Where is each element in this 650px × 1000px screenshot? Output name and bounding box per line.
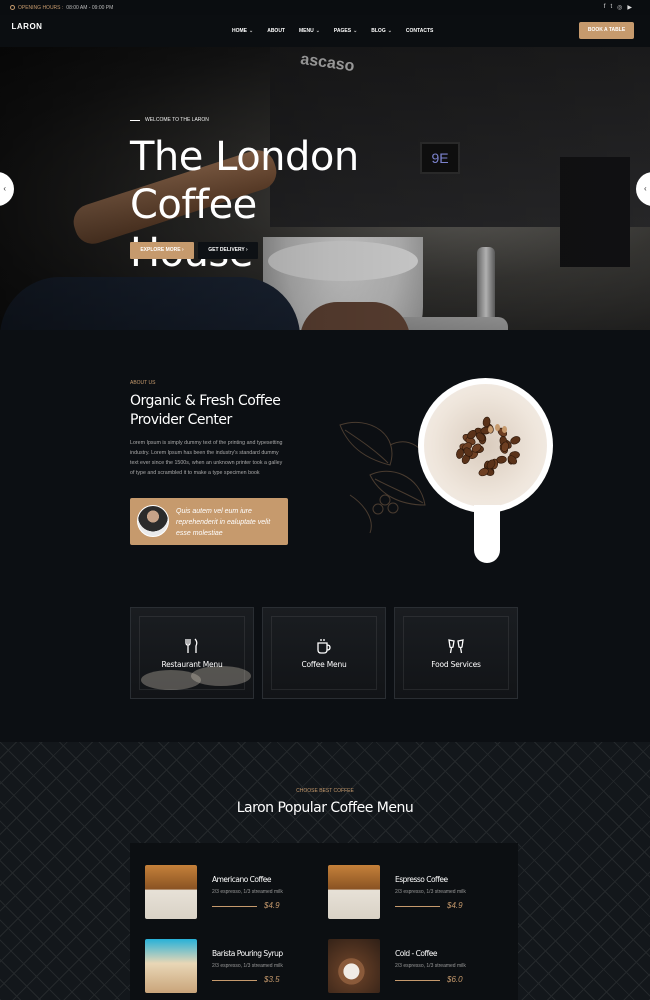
nav-item-about[interactable]: ABOUT — [267, 28, 285, 34]
nav-menu: HOME ⌄ ABOUT MENU ⌄ PAGES ⌄ BLOG ⌄ CONTACTS — [232, 28, 447, 34]
menu-item[interactable]: Espresso Coffee 2/3 espresso, 1/3 stream… — [328, 865, 508, 925]
menu-item-name: Cold - Coffee — [395, 949, 437, 958]
social-links: f t ◎ ▶ — [604, 4, 632, 11]
instagram-icon[interactable]: ◎ — [617, 4, 622, 11]
explore-more-button[interactable]: EXPLORE MORE › — [130, 242, 194, 259]
price-rule — [395, 906, 440, 907]
testimonial-quote: Quis autem vel eum iure reprehenderit in… — [130, 498, 288, 545]
menu-item-desc: 2/3 espresso, 1/3 streamed milk — [212, 889, 283, 895]
about-text: Lorem Ipsum is simply dummy text of the … — [130, 440, 283, 476]
menu-item-name: Barista Pouring Syrup — [212, 949, 283, 958]
nav-item-pages[interactable]: PAGES ⌄ — [334, 28, 357, 34]
facebook-icon[interactable]: f — [604, 4, 606, 11]
americano-image — [145, 865, 197, 919]
cutlery-icon — [131, 638, 253, 657]
menu-item-desc: 2/3 espresso, 1/3 streamed milk — [395, 889, 466, 895]
service-label: Food Services — [431, 660, 481, 669]
menu-item-name: Americano Coffee — [212, 875, 272, 884]
chevron-down-icon: ⌄ — [315, 28, 320, 34]
service-card-coffee-menu[interactable]: Coffee Menu — [262, 607, 386, 699]
price-rule — [212, 980, 257, 981]
menu-item-price: $4.9 — [447, 901, 463, 910]
price-rule — [212, 906, 257, 907]
menu-item-desc: 2/3 espresso, 1/3 streamed milk — [212, 963, 283, 969]
opening-hours: OPENING HOURS : 08:00 AM - 09:00 PM — [10, 5, 113, 11]
logo[interactable]: LARON — [10, 21, 507, 433]
twitter-icon[interactable]: t — [610, 4, 612, 11]
service-label: Coffee Menu — [301, 660, 347, 669]
book-table-button[interactable]: BOOK A TABLE — [579, 22, 634, 39]
get-delivery-button[interactable]: GET DELIVERY › — [198, 242, 258, 259]
cheers-icon — [395, 638, 517, 657]
menu-list: Americano Coffee 2/3 espresso, 1/3 strea… — [130, 843, 518, 1000]
chevron-down-icon: ⌄ — [387, 28, 392, 34]
chevron-down-icon: ⌄ — [353, 28, 358, 34]
hero-welcome: WELCOME TO THE LARON — [130, 117, 209, 123]
coffee-cup-icon — [263, 638, 385, 657]
service-label: Restaurant Menu — [161, 660, 223, 669]
nav-item-blog[interactable]: BLOG ⌄ — [371, 28, 392, 34]
menu-item-price: $6.0 — [447, 975, 463, 984]
quote-text: Quis autem vel eum iure reprehenderit in… — [176, 508, 271, 537]
nav-item-home[interactable]: HOME ⌄ — [232, 28, 253, 34]
chevron-down-icon: ⌄ — [249, 28, 254, 34]
nav-item-menu[interactable]: MENU ⌄ — [299, 28, 320, 34]
menu-title: Laron Popular Coffee Menu — [236, 800, 414, 816]
about-subtitle: ABOUT US — [130, 380, 156, 386]
menu-item-desc: 2/3 espresso, 1/3 streamed milk — [395, 963, 466, 969]
menu-item[interactable]: Cold - Coffee 2/3 espresso, 1/3 streamed… — [328, 939, 508, 999]
menu-item[interactable]: Americano Coffee 2/3 espresso, 1/3 strea… — [145, 865, 325, 925]
opening-hours-value: 08:00 AM - 09:00 PM — [66, 5, 114, 11]
espresso-image — [328, 865, 380, 919]
youtube-icon[interactable]: ▶ — [627, 4, 632, 11]
nav-item-contacts[interactable]: CONTACTS — [406, 28, 433, 34]
logo-text: LARON — [11, 22, 43, 31]
coffee-beans-icon — [456, 424, 538, 508]
menu-item-name: Espresso Coffee — [395, 875, 448, 884]
top-bar: OPENING HOURS : 08:00 AM - 09:00 PM f t … — [0, 0, 650, 15]
clock-icon — [10, 5, 15, 10]
menu-item[interactable]: Barista Pouring Syrup 2/3 espresso, 1/3 … — [145, 939, 325, 999]
main-navigation: LARON HOME ⌄ ABOUT MENU ⌄ PAGES ⌄ BLOG ⌄ CON… — [0, 15, 650, 433]
mug-handle — [474, 505, 500, 563]
hero-banner: ascaso 9E WELCOME TO THE LARON The Londo… — [0, 47, 650, 330]
service-card-food-services[interactable]: Food Services — [394, 607, 518, 699]
barista-syrup-image — [145, 939, 197, 993]
price-rule — [395, 980, 440, 981]
menu-item-price: $3.5 — [264, 975, 280, 984]
service-card-restaurant-menu[interactable]: Restaurant Menu — [130, 607, 254, 699]
avatar — [137, 505, 169, 537]
opening-hours-label: OPENING HOURS : — [18, 5, 64, 11]
menu-item-price: $4.9 — [264, 901, 280, 910]
menu-subtitle: CHOOSE BEST COFFEE — [296, 788, 354, 794]
cold-coffee-image — [328, 939, 380, 993]
about-title: Organic & Fresh Coffee Provider Center — [130, 393, 281, 428]
